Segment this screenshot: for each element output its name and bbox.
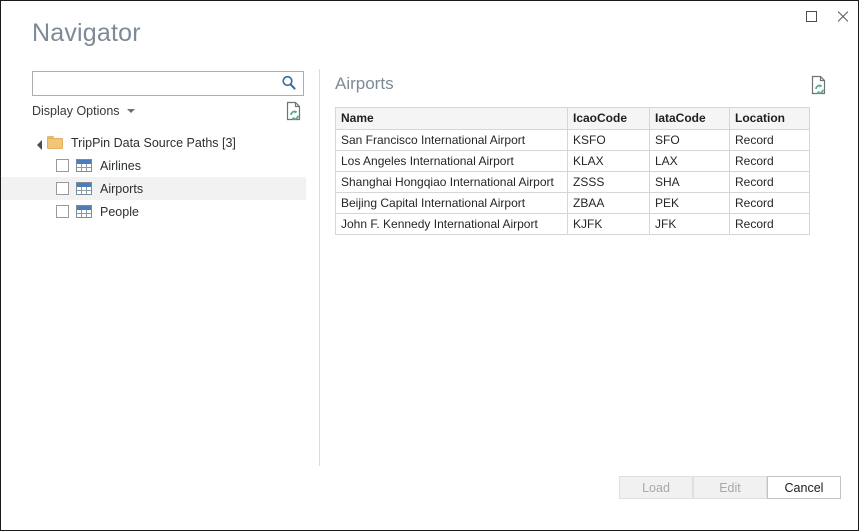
cell-icaocode: ZBAA [567,192,650,214]
folder-icon [47,136,63,149]
close-icon [836,10,849,23]
tree-item-airlines[interactable]: Airlines [1,154,306,177]
expand-triangle-icon[interactable] [37,140,42,150]
preview-pane: Airports Name IcaoCode IataCode Location… [320,61,858,471]
page-title: Navigator [32,19,141,47]
preview-title: Airports [335,74,394,93]
tree-item-label: Airports [100,181,144,196]
cell-location: Record [729,213,810,235]
table-row: Shanghai Hongqiao International Airport … [335,171,810,193]
table-icon [76,205,92,218]
cell-name: Los Angeles International Airport [335,150,568,172]
search-icon[interactable] [279,74,299,93]
tree-root-label: TripPin Data Source Paths [3] [71,135,236,150]
refresh-document-icon[interactable] [810,75,828,95]
cancel-button[interactable]: Cancel [767,476,841,499]
table-row: San Francisco International Airport KSFO… [335,129,810,151]
table-row: John F. Kennedy International Airport KJ… [335,213,810,235]
checkbox-people[interactable] [56,205,69,218]
dialog-footer: Load Edit Cancel [1,469,858,530]
maximize-icon [805,10,817,22]
preview-table: Name IcaoCode IataCode Location San Fran… [335,107,810,235]
tree-item-people[interactable]: People [1,200,306,223]
cell-iatacode: LAX [649,150,730,172]
cell-iatacode: JFK [649,213,730,235]
column-header-name[interactable]: Name [335,107,568,130]
cell-icaocode: KJFK [567,213,650,235]
table-icon [76,159,92,172]
cell-name: John F. Kennedy International Airport [335,213,568,235]
cell-iatacode: SHA [649,171,730,193]
table-row: Beijing Capital International Airport ZB… [335,192,810,214]
edit-button[interactable]: Edit [693,476,767,499]
left-pane: Display Options TripPin Data Source Path… [1,61,319,471]
tree-item-airports[interactable]: Airports [1,177,306,200]
table-header-row: Name IcaoCode IataCode Location [335,107,810,130]
chevron-down-icon [126,109,135,113]
close-button[interactable] [827,1,857,31]
checkbox-airports[interactable] [56,182,69,195]
load-button[interactable]: Load [619,476,693,499]
cell-icaocode: ZSSS [567,171,650,193]
cell-icaocode: KLAX [567,150,650,172]
search-box[interactable] [32,71,304,96]
navigation-tree: TripPin Data Source Paths [3] Airlines A… [1,131,306,223]
tree-item-label: People [100,204,139,219]
maximize-button[interactable] [796,1,826,31]
navigator-dialog: Navigator Display Options TripPin Data S… [0,0,859,531]
cell-iatacode: SFO [649,129,730,151]
table-icon [76,182,92,195]
cell-location: Record [729,192,810,214]
cell-iatacode: PEK [649,192,730,214]
cell-name: Shanghai Hongqiao International Airport [335,171,568,193]
display-options-label: Display Options [32,104,120,118]
cell-icaocode: KSFO [567,129,650,151]
cell-location: Record [729,150,810,172]
cell-location: Record [729,129,810,151]
tree-item-label: Airlines [100,158,141,173]
table-row: Los Angeles International Airport KLAX L… [335,150,810,172]
cell-location: Record [729,171,810,193]
cell-name: San Francisco International Airport [335,129,568,151]
column-header-iatacode[interactable]: IataCode [649,107,730,130]
checkbox-airlines[interactable] [56,159,69,172]
tree-root-node[interactable]: TripPin Data Source Paths [3] [1,131,306,154]
column-header-location[interactable]: Location [729,107,810,130]
cell-name: Beijing Capital International Airport [335,192,568,214]
refresh-document-icon[interactable] [285,101,303,121]
column-header-icaocode[interactable]: IcaoCode [567,107,650,130]
search-input[interactable] [33,72,273,95]
display-options-dropdown[interactable]: Display Options [32,104,135,118]
